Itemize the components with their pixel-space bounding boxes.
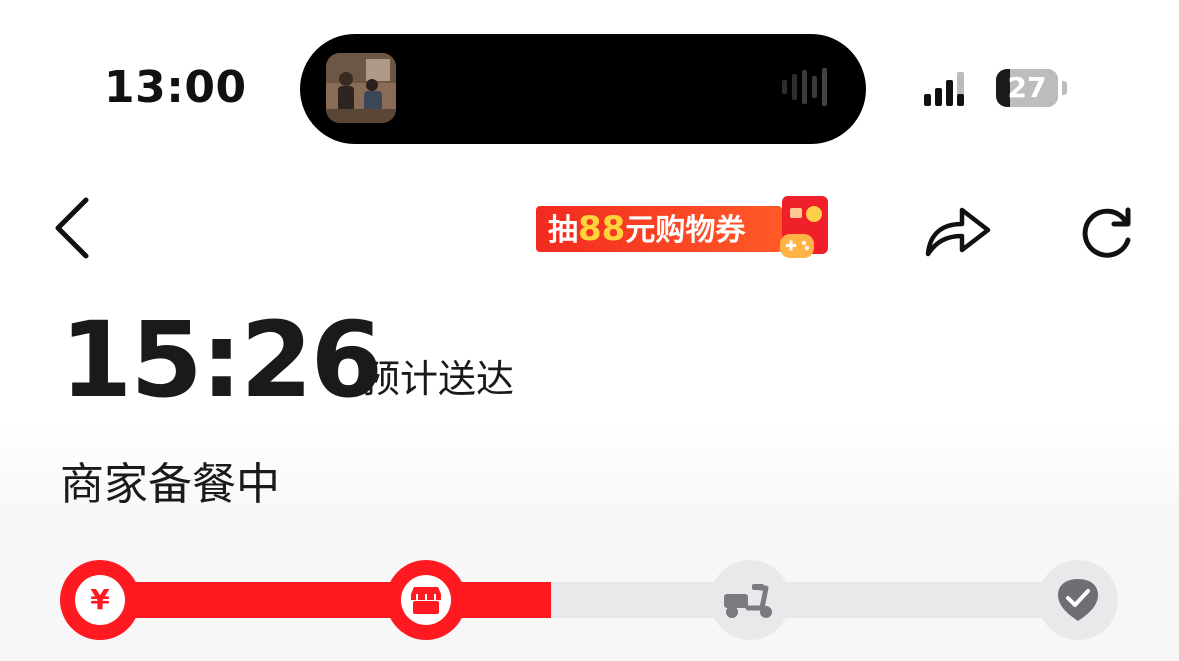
- progress-fill: [100, 582, 551, 618]
- eta-time: 15:26: [60, 299, 383, 421]
- audio-wave-icon: [776, 64, 840, 110]
- battery-percent: 27: [1007, 71, 1047, 104]
- back-button[interactable]: [50, 194, 94, 262]
- store-icon: [411, 587, 441, 614]
- refresh-button[interactable]: [1078, 204, 1136, 260]
- status-time: 13:00: [104, 62, 247, 113]
- progress-track: [100, 582, 1080, 618]
- promo-suffix: 元购物券: [625, 213, 746, 248]
- yen-icon: ¥: [90, 583, 110, 616]
- promo-prefix: 抽: [548, 213, 578, 248]
- eta-label: 预计送达: [362, 357, 515, 401]
- step-merchant: [386, 560, 466, 640]
- cellular-signal-icon: [924, 70, 968, 110]
- promo-amount: 88: [578, 209, 626, 249]
- promo-banner[interactable]: 抽88元购物券: [536, 206, 782, 252]
- check-badge-icon: [1058, 579, 1098, 621]
- promo-text: 抽88元购物券: [548, 206, 745, 254]
- step-payment-inner: ¥: [75, 575, 125, 625]
- step-delivered: [1038, 560, 1118, 640]
- step-delivery: [710, 560, 790, 640]
- scooter-icon: [724, 584, 772, 618]
- order-status: 商家备餐中: [60, 459, 280, 510]
- refresh-icon: [1082, 207, 1131, 258]
- chevron-left-icon: [55, 197, 89, 259]
- gift-game-icon[interactable]: [780, 196, 832, 260]
- share-button[interactable]: [922, 200, 992, 260]
- battery-indicator: 27: [996, 69, 1058, 107]
- step-payment: ¥: [60, 560, 140, 640]
- now-playing-thumbnail[interactable]: [326, 53, 396, 123]
- battery-cap: [1062, 81, 1067, 95]
- share-icon: [925, 207, 991, 257]
- step-merchant-inner: [401, 575, 451, 625]
